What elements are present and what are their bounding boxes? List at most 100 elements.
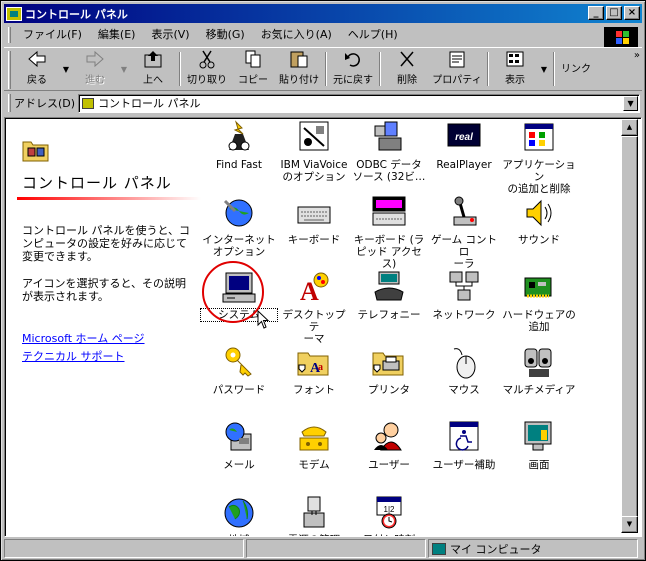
paste-button[interactable]: 貼り付け [276,48,322,90]
control-panel-item[interactable]: 1|2 日付と時刻 [351,495,427,536]
control-panel-item[interactable]: 地域 [201,495,277,536]
forward-dropdown[interactable]: ▼ [118,48,130,90]
control-panel-item[interactable]: ユーザー [351,420,427,471]
control-panel-small-icon [82,97,95,109]
control-panel-item[interactable]: テレフォニー [351,270,427,321]
menu-file[interactable]: ファイル(F) [15,26,90,44]
network-icon [449,271,479,301]
status-zone-text: マイ コンピュータ [450,542,542,556]
highlight-circle [202,261,264,323]
control-panel-item[interactable]: ハードウェアの 追加 [501,270,577,333]
control-panel-item-label: メール [223,459,255,471]
paste-icon [290,51,308,68]
title-underline [17,197,201,200]
undo-button[interactable]: 元に戻す [330,48,376,90]
forward-arrow-icon [86,50,104,68]
windows-logo-icon [604,27,638,47]
control-panel-item[interactable]: 電源の管理 [276,495,352,536]
status-pane-main [4,539,244,558]
control-panel-item[interactable]: ユーザー補助 [426,420,502,471]
title-bar[interactable]: コントロール パネル _ □ × [4,4,642,23]
keyboard-icon [297,206,331,224]
control-panel-item-label: ゲーム コントロ ーラ [430,234,498,270]
menu-help[interactable]: ヘルプ(H) [340,26,406,44]
scroll-down-button[interactable]: ▼ [621,516,638,533]
desktop-theme-icon: A [300,272,329,306]
control-panel-item[interactable]: インターネット オプション [201,195,277,258]
regional-icon [224,498,254,528]
control-panel-item-label: アプリケーション の追加と削除 [502,159,576,195]
control-panel-item[interactable]: ODBC データ ソース (32ビ… [351,120,427,183]
control-panel-item-label: マルチメディア [502,384,576,396]
addressbar-grip[interactable] [8,94,11,112]
minimize-button[interactable]: _ [588,6,604,20]
control-panel-item[interactable]: マウス [426,345,502,396]
chevron-right-icon[interactable]: » [634,50,640,61]
scroll-up-button[interactable]: ▲ [621,119,638,136]
control-panel-item-label: ハードウェアの 追加 [502,309,576,333]
control-panel-item[interactable]: モデム [276,420,352,471]
control-panel-item[interactable]: パスワード [201,345,277,396]
links-button[interactable]: リンク [558,48,594,90]
status-bar: マイ コンピュータ [4,539,642,559]
control-panel-item-label: ユーザー [368,459,410,471]
address-input[interactable]: コントロール パネル ▼ [78,93,641,113]
view-button[interactable]: 表示 [492,48,538,90]
control-panel-item-label: 画面 [528,459,550,471]
control-panel-item[interactable]: メール [201,420,277,471]
menu-edit[interactable]: 編集(E) [90,26,144,44]
tech-support-link[interactable]: テクニカル サポート [22,348,125,364]
control-panel-item-label: モデム [298,459,330,471]
control-panel-item-label: キーボード (ラ ピッド アクセス) [353,234,425,270]
explorer-window: コントロール パネル _ □ × ファイル(F) 編集(E) 表示(V) 移動(… [0,0,646,561]
menubar-grip[interactable] [8,27,11,43]
control-panel-item[interactable]: A デスクトップ テ ーマ [276,270,352,345]
pane-description: コントロール パネルを使うと、コンピュータの設定を好みに応じて変更できます。 [22,224,191,263]
menu-bar: ファイル(F) 編集(E) 表示(V) 移動(G) お気に入り(A) ヘルプ(H… [4,25,642,47]
datetime-icon: 1|2 [376,496,402,529]
control-panel-item[interactable]: real RealPlayer [426,120,502,171]
viavoice-icon [299,121,329,151]
menu-favorites[interactable]: お気に入り(A) [253,26,340,44]
back-dropdown[interactable]: ▼ [60,48,72,90]
close-button[interactable]: × [624,6,640,20]
forward-button[interactable]: 進む [72,48,118,90]
control-panel-item[interactable]: Find Fast [201,120,277,171]
back-button[interactable]: 戻る [14,48,60,90]
control-panel-item[interactable]: マルチメディア [501,345,577,396]
copy-icon [245,50,261,68]
undo-icon [345,53,360,67]
up-button[interactable]: 上へ [130,48,176,90]
vertical-scrollbar[interactable]: ▲ ▼ [621,119,638,533]
maximize-button[interactable]: □ [606,6,622,20]
copy-button[interactable]: コピー [230,48,276,90]
view-dropdown[interactable]: ▼ [538,48,550,90]
control-panel-item[interactable]: プリンタ [351,345,427,396]
control-panel-item-label: Find Fast [216,159,262,171]
control-panel-item[interactable]: サウンド [501,195,577,246]
mail-icon [225,422,252,451]
fonts-icon: Aa [297,352,329,376]
cut-button[interactable]: 切り取り [184,48,230,90]
delete-button[interactable]: 削除 [384,48,430,90]
window-title: コントロール パネル [25,7,128,21]
toolbar-grip[interactable] [8,51,11,89]
control-panel-item[interactable]: IBM ViaVoice のオプション [276,120,352,183]
control-panel-item[interactable]: キーボード (ラ ピッド アクセス) [351,195,427,270]
control-panel-item[interactable]: Aa フォント [276,345,352,396]
control-panel-folder-icon [22,141,49,162]
control-panel-item[interactable]: ゲーム コントロ ーラ [426,195,502,270]
control-panel-item[interactable]: ネットワーク [426,270,502,321]
control-panel-item[interactable]: 画面 [501,420,577,471]
address-dropdown-button[interactable]: ▼ [623,95,639,111]
control-panel-item[interactable]: アプリケーション の追加と削除 [501,120,577,195]
control-panel-item-label: マウス [448,384,480,396]
delete-x-icon [400,51,414,67]
menu-view[interactable]: 表示(V) [143,26,197,44]
menu-go[interactable]: 移動(G) [198,26,253,44]
microsoft-home-link[interactable]: Microsoft ホーム ページ [22,330,145,346]
control-panel-item[interactable]: キーボード [276,195,352,246]
svg-text:real: real [455,132,473,143]
scroll-thumb[interactable] [621,136,638,521]
properties-button[interactable]: プロパティ [430,48,484,90]
